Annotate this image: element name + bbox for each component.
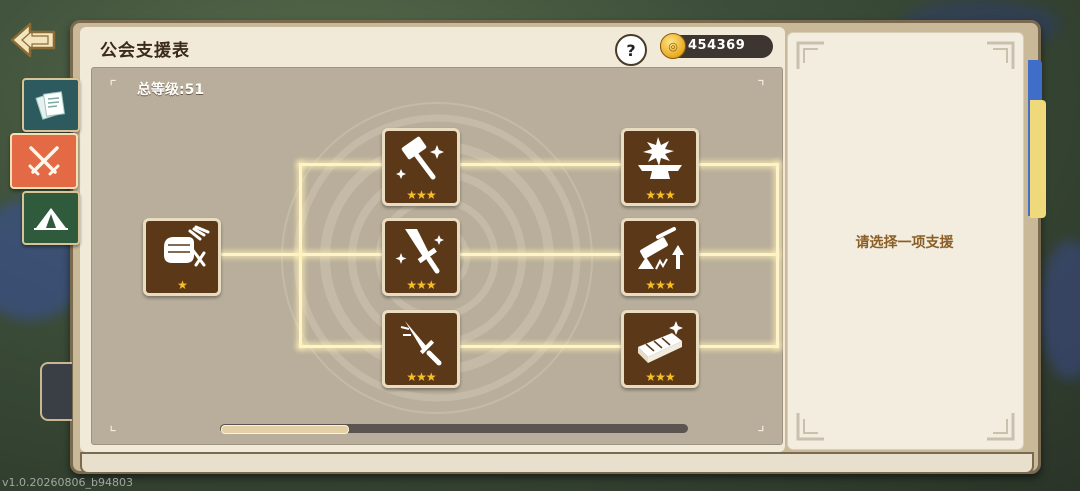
tent-icon — [34, 208, 68, 230]
tab-guild-support[interactable] — [10, 133, 78, 189]
connector-line — [692, 253, 778, 256]
star-rating: ★★★ — [645, 188, 675, 202]
connector-line — [454, 163, 624, 166]
corner-ornament: ⌟ — [757, 415, 765, 434]
documents-icon — [35, 91, 66, 120]
currency-amount: 454369 — [688, 38, 746, 53]
support-node-ingot[interactable]: ★★★ — [621, 310, 699, 388]
coin-icon: ◎ — [660, 33, 686, 59]
corner-ornament — [796, 41, 824, 69]
scrollbar-thumb[interactable] — [221, 425, 349, 434]
connector-line — [692, 163, 778, 166]
connector-line — [299, 345, 386, 348]
hammer-icon — [396, 136, 444, 180]
star-rating: ★★★ — [645, 278, 675, 292]
version-label: v1.0.20260806_b94803 — [2, 476, 133, 489]
support-node-upgrade[interactable]: ★★★ — [621, 218, 699, 296]
gloved-fist-icon — [164, 225, 210, 267]
corner-ornament — [987, 41, 1015, 69]
total-level-label: 总等级:51 — [137, 82, 205, 98]
connector-line — [454, 253, 624, 256]
connector-line — [299, 253, 386, 256]
anvil-icon — [638, 137, 682, 179]
corner-ornament: ⌞ — [109, 415, 117, 434]
corner-ornament — [796, 413, 824, 441]
tab-camp[interactable] — [22, 191, 80, 245]
bookmark-ribbon — [1030, 100, 1046, 218]
help-button[interactable]: ? — [615, 34, 647, 66]
side-panel-handle[interactable] — [40, 362, 72, 421]
sword-icon — [395, 229, 444, 274]
star-rating: ★★★ — [645, 370, 675, 384]
connector-line — [216, 253, 300, 256]
support-node-dagger[interactable]: ★★★ — [382, 310, 460, 388]
crossed-swords-icon — [28, 146, 60, 176]
dagger-icon — [400, 321, 442, 366]
star-rating: ★ — [177, 278, 188, 292]
connector-line — [454, 345, 624, 348]
corner-ornament: ⌝ — [757, 77, 765, 96]
star-rating: ★★★ — [406, 278, 436, 292]
metal-bar-icon — [638, 321, 683, 363]
back-button[interactable] — [8, 18, 60, 62]
connector-line — [299, 163, 386, 166]
background-decor — [1040, 240, 1080, 380]
support-node-hammer[interactable]: ★★★ — [382, 128, 460, 206]
book-pages-edge — [80, 452, 1034, 474]
support-node-anvil[interactable]: ★★★ — [621, 128, 699, 206]
corner-ornament — [987, 413, 1015, 441]
corner-ornament: ⌜ — [109, 77, 117, 96]
support-node-root[interactable]: ★ — [143, 218, 221, 296]
select-support-hint: 请选择一项支援 — [855, 235, 954, 251]
star-rating: ★★★ — [406, 370, 436, 384]
page-title: 公会支援表 — [100, 41, 190, 61]
back-arrow-icon — [10, 22, 56, 58]
forge-upgrade-icon — [638, 227, 684, 270]
support-node-sword[interactable]: ★★★ — [382, 218, 460, 296]
connector-line — [776, 163, 779, 348]
tab-documents[interactable] — [22, 78, 80, 132]
star-rating: ★★★ — [406, 188, 436, 202]
connector-line — [692, 345, 778, 348]
